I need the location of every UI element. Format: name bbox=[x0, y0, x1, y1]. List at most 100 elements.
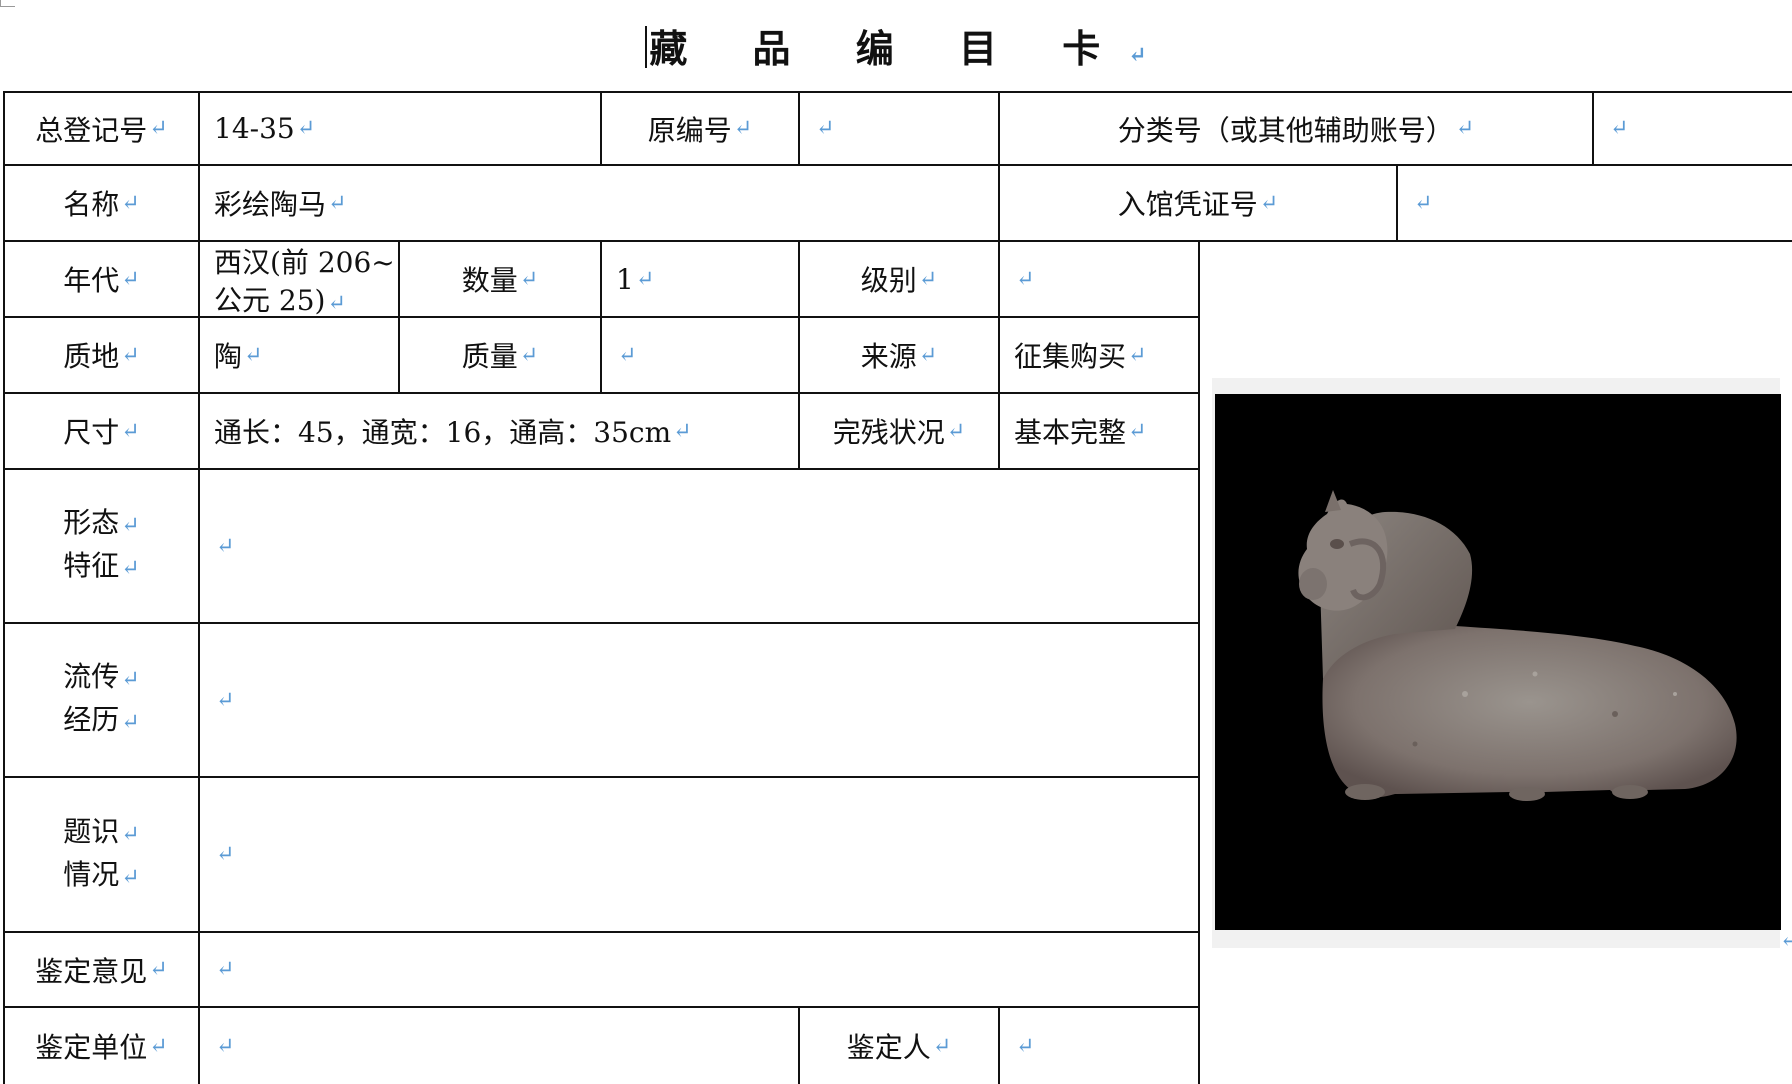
appraiser-label: 鉴定人 bbox=[846, 1031, 931, 1064]
inscription-value-cell[interactable]: ↵ bbox=[200, 778, 1200, 933]
return-mark-icon: ↵ bbox=[1414, 190, 1433, 216]
return-mark-icon: ↵ bbox=[1128, 418, 1147, 444]
return-mark-icon: ↵ bbox=[121, 667, 140, 692]
return-mark-icon: ↵ bbox=[1128, 42, 1147, 68]
text-cursor bbox=[645, 26, 648, 68]
form-features-label: 形态↵ 特征↵ bbox=[63, 503, 139, 589]
return-mark-icon: ↵ bbox=[1016, 266, 1035, 292]
return-mark-icon: ↵ bbox=[121, 864, 140, 890]
appraisal-label-cell: 鉴定意见 ↵ bbox=[3, 933, 200, 1008]
return-mark-icon: ↵ bbox=[149, 957, 168, 982]
return-mark-icon: ↵ bbox=[149, 1033, 168, 1059]
weight-value-cell[interactable]: ↵ bbox=[602, 318, 800, 394]
era-value-line1: 西汉(前 206~ bbox=[214, 246, 395, 279]
grade-label: 级别 bbox=[860, 264, 917, 297]
voucher-label: 入馆凭证号 bbox=[1117, 188, 1258, 221]
era-label-cell: 年代 ↵ bbox=[3, 242, 200, 318]
provenance-label-line2: 经历 bbox=[63, 703, 120, 736]
inscription-label-line2: 情况 bbox=[63, 857, 120, 891]
name-value-cell[interactable]: 彩绘陶马 ↵ bbox=[200, 166, 1000, 242]
source-value-cell[interactable]: 征集购买 ↵ bbox=[1000, 318, 1200, 394]
return-mark-icon: ↵ bbox=[1016, 1033, 1035, 1059]
reg-no-value: 14-35 bbox=[214, 112, 295, 145]
orig-no-label-cell: 原编号 ↵ bbox=[602, 91, 800, 166]
era-label: 年代 bbox=[63, 264, 120, 297]
return-mark-icon: ↵ bbox=[328, 190, 347, 216]
grade-label-cell: 级别 ↵ bbox=[800, 242, 1000, 318]
form-features-label-cell: 形态↵ 特征↵ bbox=[3, 470, 200, 624]
return-mark-icon: ↵ bbox=[216, 1033, 235, 1059]
return-mark-icon: ↵ bbox=[121, 342, 140, 368]
return-mark-icon: ↵ bbox=[327, 291, 346, 316]
condition-value: 基本完整 bbox=[1014, 416, 1127, 449]
appraiser-value-cell[interactable]: ↵ bbox=[1000, 1008, 1200, 1084]
title-text: 藏 品 编 目 卡 bbox=[649, 26, 1127, 71]
page-corner-mark bbox=[0, 0, 15, 7]
return-mark-icon: ↵ bbox=[216, 533, 235, 559]
appraisal-unit-label: 鉴定单位 bbox=[35, 1031, 148, 1064]
return-mark-icon: ↵ bbox=[244, 342, 263, 368]
return-mark-icon: ↵ bbox=[216, 957, 235, 982]
material-value-cell[interactable]: 陶 ↵ bbox=[200, 318, 400, 394]
appraisal-label: 鉴定意见 bbox=[35, 954, 148, 988]
size-label-cell: 尺寸 ↵ bbox=[3, 394, 200, 470]
weight-label: 质量 bbox=[461, 340, 518, 373]
provenance-label: 流传↵ 经历↵ bbox=[63, 657, 139, 743]
return-mark-icon: ↵ bbox=[918, 266, 938, 292]
form-features-value-cell[interactable]: ↵ bbox=[200, 470, 1200, 624]
era-value-lines: 西汉(前 206~ 公元 25)↵ bbox=[214, 244, 395, 323]
return-mark-icon: ↵ bbox=[1259, 190, 1279, 216]
return-mark-icon: ↵ bbox=[673, 418, 692, 444]
size-value-cell[interactable]: 通长：45，通宽：16，通高：35cm ↵ bbox=[200, 394, 800, 470]
size-label: 尺寸 bbox=[63, 416, 120, 449]
return-mark-icon: ↵ bbox=[121, 418, 140, 444]
return-mark-icon: ↵ bbox=[1780, 928, 1792, 953]
return-mark-icon: ↵ bbox=[618, 342, 637, 368]
return-mark-icon: ↵ bbox=[121, 556, 140, 581]
size-value: 通长：45，通宽：16，通高：35cm bbox=[214, 416, 672, 449]
condition-value-cell[interactable]: 基本完整 ↵ bbox=[1000, 394, 1200, 470]
orig-no-label: 原编号 bbox=[647, 113, 732, 147]
voucher-label-cell: 入馆凭证号 ↵ bbox=[1000, 166, 1398, 242]
era-value-cell[interactable]: 西汉(前 206~ 公元 25)↵ bbox=[200, 242, 400, 318]
grade-value-cell[interactable]: ↵ bbox=[1000, 242, 1200, 318]
return-mark-icon: ↵ bbox=[121, 821, 140, 847]
return-mark-icon: ↵ bbox=[1610, 116, 1629, 141]
provenance-label-line1: 流传 bbox=[63, 660, 120, 693]
orig-no-value-cell[interactable]: ↵ bbox=[800, 91, 1000, 166]
class-no-label-cell: 分类号（或其他辅助账号） ↵ bbox=[1000, 91, 1594, 166]
return-mark-icon: ↵ bbox=[121, 266, 140, 292]
qty-value: 1 bbox=[616, 262, 634, 296]
return-mark-icon: ↵ bbox=[1455, 116, 1475, 141]
return-mark-icon: ↵ bbox=[932, 1033, 952, 1059]
pottery-horse-image bbox=[1298, 490, 1737, 801]
inscription-label: 题识↵ 情况↵ bbox=[63, 812, 139, 898]
inscription-label-line1: 题识 bbox=[63, 814, 120, 848]
return-mark-icon: ↵ bbox=[519, 342, 539, 368]
return-mark-icon: ↵ bbox=[733, 116, 753, 141]
qty-label: 数量 bbox=[461, 264, 518, 297]
source-value: 征集购买 bbox=[1014, 340, 1127, 373]
era-value-line2: 公元 25) bbox=[214, 284, 326, 317]
name-value: 彩绘陶马 bbox=[214, 188, 327, 221]
name-label-cell: 名称 ↵ bbox=[3, 166, 200, 242]
return-mark-icon: ↵ bbox=[918, 342, 938, 368]
provenance-value-cell[interactable]: ↵ bbox=[200, 624, 1200, 778]
condition-label: 完残状况 bbox=[832, 416, 945, 449]
return-mark-icon: ↵ bbox=[635, 266, 655, 292]
qty-value-cell[interactable]: 1 ↵ bbox=[602, 242, 800, 318]
artifact-photo[interactable] bbox=[1215, 394, 1781, 930]
weight-label-cell: 质量 ↵ bbox=[400, 318, 602, 394]
material-value: 陶 bbox=[214, 340, 243, 373]
reg-no-value-cell[interactable]: 14-35 ↵ bbox=[200, 91, 602, 166]
return-mark-icon: ↵ bbox=[149, 116, 168, 141]
qty-label-cell: 数量 ↵ bbox=[400, 242, 602, 318]
reg-no-label-cell: 总登记号 ↵ bbox=[3, 91, 200, 166]
return-mark-icon: ↵ bbox=[1128, 342, 1147, 368]
page-title: 藏 品 编 目 卡↵ bbox=[0, 18, 1792, 73]
inscription-label-cell: 题识↵ 情况↵ bbox=[3, 778, 200, 933]
appraisal-value-cell[interactable]: ↵ bbox=[200, 933, 1200, 1008]
voucher-value-cell[interactable]: ↵ bbox=[1398, 166, 1792, 242]
appraisal-unit-value-cell[interactable]: ↵ bbox=[200, 1008, 800, 1084]
class-no-value-cell[interactable]: ↵ bbox=[1594, 91, 1792, 166]
